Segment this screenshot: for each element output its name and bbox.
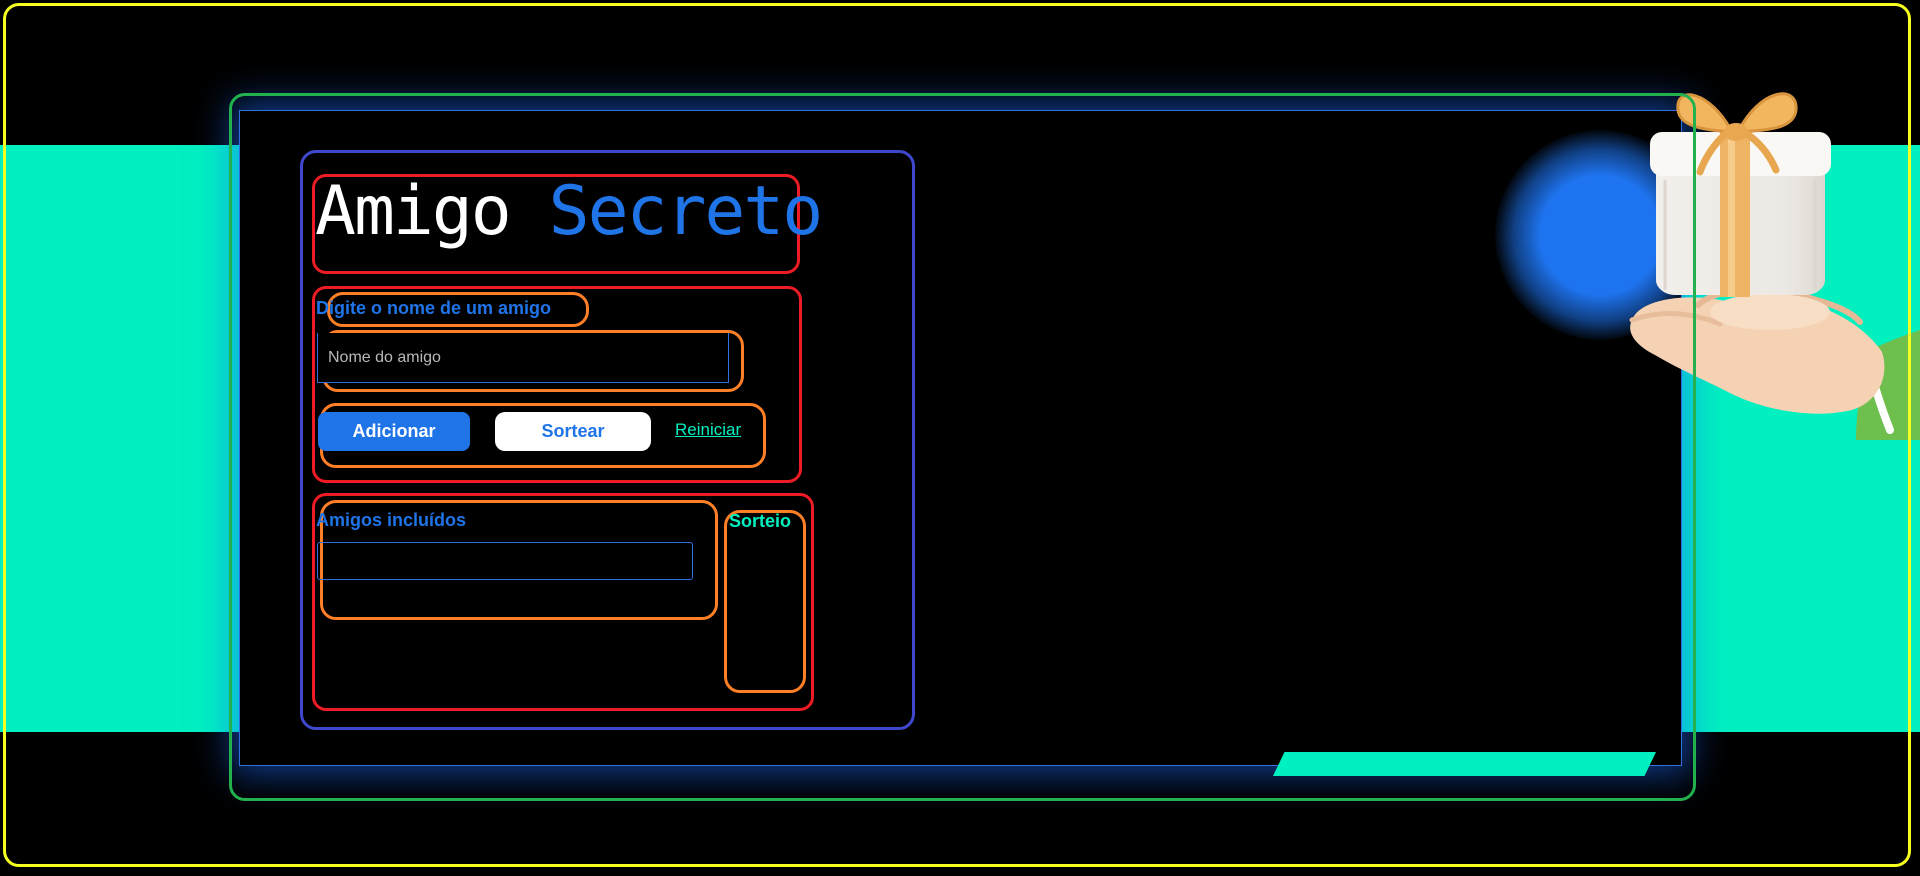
title-part-2: Secreto — [548, 172, 824, 251]
gift-on-hand-icon — [1629, 92, 1920, 440]
friends-list — [317, 542, 693, 580]
add-button[interactable]: Adicionar — [318, 412, 470, 451]
draw-button[interactable]: Sortear — [495, 412, 651, 451]
title-part-1: Amigo — [315, 172, 512, 251]
reset-link[interactable]: Reiniciar — [675, 420, 741, 440]
bottom-accent-bar — [1273, 752, 1656, 776]
friend-name-input[interactable] — [317, 333, 729, 383]
result-heading: Sorteio — [729, 511, 792, 531]
result-list — [728, 538, 802, 688]
friends-heading: Amigos incluídos — [316, 510, 467, 530]
page-title: Amigo Secreto — [315, 172, 824, 252]
name-field-label: Digite o nome de um amigo — [316, 298, 552, 318]
